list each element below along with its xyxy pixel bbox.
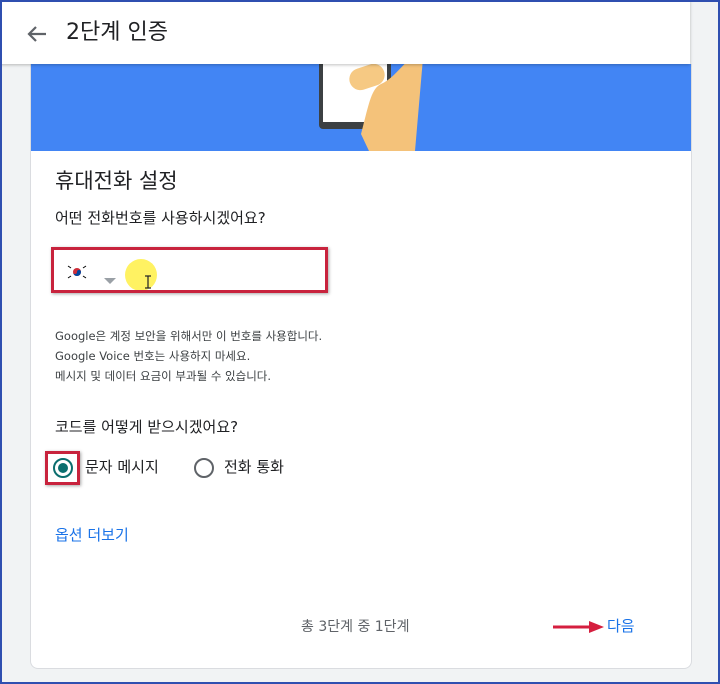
next-button[interactable]: 다음 <box>607 615 635 637</box>
arrow-right-icon <box>551 619 605 638</box>
page-title: 2단계 인증 <box>66 20 168 45</box>
help-line: 메시지 및 데이터 요금이 부과될 수 있습니다. <box>55 369 272 383</box>
help-line: Google Voice 번호는 사용하지 마세요. <box>55 349 251 363</box>
phone-question: 어떤 전화번호를 사용하시겠어요? <box>55 209 266 227</box>
setup-card: 휴대전화 설정 어떤 전화번호를 사용하시겠어요? Google은 계정 보안을… <box>30 64 692 669</box>
voice-call-radio-label[interactable]: 전화 통화 <box>224 456 284 478</box>
code-method-question: 코드를 어떻게 받으시겠어요? <box>55 418 239 436</box>
back-arrow-icon[interactable] <box>24 20 52 48</box>
section-title: 휴대전화 설정 <box>55 169 178 193</box>
help-line: Google은 계정 보안을 위해서만 이 번호를 사용합니다. <box>55 329 323 343</box>
voice-call-radio[interactable] <box>194 458 214 478</box>
top-app-bar: 2단계 인증 <box>0 0 690 64</box>
step-indicator: 총 3단계 중 1단계 <box>301 619 410 635</box>
sms-radio-highlight <box>45 451 80 485</box>
sms-radio-label[interactable]: 문자 메시지 <box>85 456 159 478</box>
more-options-link[interactable]: 옵션 더보기 <box>55 524 129 546</box>
banner-illustration <box>31 64 691 151</box>
phone-field-highlight <box>51 247 328 293</box>
phone-help-text: Google은 계정 보안을 위해서만 이 번호를 사용합니다. Google … <box>55 326 322 386</box>
